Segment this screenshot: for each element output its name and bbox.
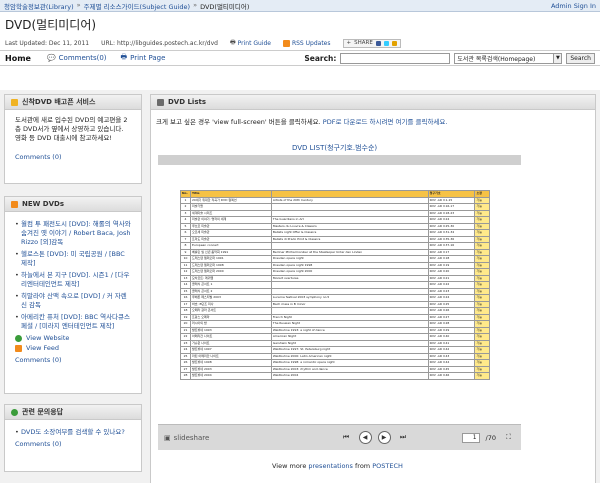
slideshare-brand[interactable]: ▣ slideshare	[164, 434, 209, 442]
comments-link[interactable]: Comments (0)	[15, 440, 131, 449]
list-item[interactable]: 헬로스톤 [DVD]: 미 국립공원 / [BBC 제작]	[15, 250, 131, 268]
breadcrumb-current: DVD(멀티미디어)	[200, 2, 250, 11]
rss-icon	[15, 345, 22, 352]
box-new-dvds: NEW DVDs 월컴 투 패전도시 [DVD]: 해롤의 역사와 숨겨진 옛 …	[4, 196, 142, 394]
slideshare-top-bar	[158, 155, 521, 165]
view-more-text: View more presentations from POSTECH	[272, 462, 403, 470]
view-website-label: View Website	[26, 334, 70, 342]
twitter-icon	[383, 40, 389, 46]
comments-link[interactable]: 💬 Comments(0)	[47, 54, 107, 62]
box-icon	[157, 98, 164, 106]
view-more-prefix: View more	[272, 462, 309, 470]
view-feed-label: View Feed	[26, 344, 59, 352]
first-page-icon[interactable]: ⏮	[340, 431, 353, 444]
admin-sign-in-link[interactable]: Admin Sign In	[551, 2, 596, 10]
dvd-list-table: No. Title 청구기호 소장 1 20세기 위대한 작곡가 DVD 컬렉션 A…	[180, 190, 490, 380]
guide-nav: Home 💬 Comments(0) 🖶 Print Page Search: …	[0, 50, 600, 66]
last-page-icon[interactable]: ⏭	[397, 431, 410, 444]
previous-icon[interactable]: ◀	[358, 431, 372, 444]
postech-link[interactable]: POSTECH	[372, 462, 403, 470]
pdf-download-link[interactable]: PDF로 다운로드 하시려면 여기를 클릭하세요.	[323, 118, 448, 126]
slideshare-icon: ▣	[164, 433, 171, 442]
rss-icon	[282, 39, 290, 47]
intro-text: 크게 보고 싶은 경우 'view full-screen' 버튼을 클릭하세요…	[156, 116, 586, 126]
view-website-link[interactable]: View Website	[15, 334, 131, 343]
view-more-mid: from	[352, 462, 373, 470]
share-icon: +	[346, 40, 352, 46]
box-icon	[11, 98, 18, 106]
list-item[interactable]: DVD도 소장여부를 검색할 수 있나요?	[15, 428, 131, 437]
box-title: 관련 문의응답	[22, 408, 64, 416]
search-scope-select[interactable]: 도서관 목록검색(Homepage) ▼	[454, 52, 563, 64]
globe-icon	[15, 335, 22, 342]
list-item[interactable]: 월컴 투 패전도시 [DVD]: 해롤의 역사와 숨겨진 옛 이야기 / Rob…	[15, 220, 131, 247]
table-cell: 28	[180, 372, 191, 380]
breadcrumb: 청암학술정보관(Library) » 주제별 리소스가이드(Subject Gu…	[0, 0, 600, 12]
guide-meta: Last Updated: Dec 11, 2011 URL: http://l…	[0, 36, 600, 50]
table-row: 28 발트뷔네 2004 Waldbuhne 2004 KDV .AR V.46 가능	[180, 372, 490, 380]
page-number-input[interactable]: 1	[461, 432, 480, 443]
comments-label: Comments(0)	[58, 54, 107, 62]
page-total: /70	[485, 433, 496, 442]
share-label: SHARE	[354, 40, 373, 46]
slideshare-toolbar: ▣ slideshare ⏮ ◀ ▶ ⏭ 1 /70 ⛶	[158, 424, 521, 450]
breadcrumb-separator: »	[76, 0, 81, 9]
comment-icon: 💬	[46, 54, 56, 62]
search-button[interactable]: Search	[566, 52, 595, 64]
printer-icon: 🖶	[120, 52, 128, 61]
box-dvd-trailer-service: 신착DVD 배고픈 서비스 도서관에 새로 입수된 DVD의 예고편을 2층 D…	[4, 94, 142, 184]
slide-page: No. Title 청구기호 소장 1 20세기 위대한 작곡가 DVD 컬렉션 A…	[180, 190, 490, 416]
box-title: NEW DVDs	[22, 200, 65, 208]
globe-icon	[11, 408, 18, 416]
email-icon	[391, 40, 397, 46]
table-row: 9 베를린 필 신년 음악회 1991 Berliner Philharmonike…	[180, 248, 490, 256]
list-item[interactable]: 하늘에서 본 지구 [DVD]. 시즌1 / [다우리엔터테인먼트 제작]	[15, 271, 131, 289]
search-scope-value: 도서관 목록검색(Homepage)	[457, 55, 536, 63]
rss-icon	[11, 200, 18, 208]
tab-home[interactable]: Home	[5, 54, 31, 63]
comments-link[interactable]: Comments (0)	[15, 153, 131, 162]
facebook-icon	[375, 40, 381, 46]
fullscreen-icon[interactable]: ⛶	[502, 431, 515, 444]
table-cell: Waldbuhne 2004	[270, 372, 429, 380]
print-guide-link[interactable]: 🖶 Print Guide	[230, 38, 271, 48]
breadcrumb-separator: »	[193, 0, 198, 9]
breadcrumb-library[interactable]: 청암학술정보관(Library)	[4, 1, 74, 11]
table-cell: KDV .AR V.46	[427, 372, 476, 380]
list-item[interactable]: 아메리칸 퓨처 [DVD]: BBC 역사다큐스페셜 / [미라지 엔터테인먼트…	[15, 313, 131, 331]
slideshare-label: slideshare	[173, 433, 210, 442]
guide-url: URL: http://libguides.postech.ac.kr/dvd	[101, 39, 218, 47]
rss-updates-link[interactable]: RSS Updates	[282, 39, 331, 47]
main-area: 신착DVD 배고픈 서비스 도서관에 새로 입수된 DVD의 예고편을 2층 D…	[0, 90, 600, 483]
box-title: DVD Lists	[168, 98, 207, 106]
intro-prefix: 크게 보고 싶은 경우 'view full-screen' 버튼을 클릭하세요…	[156, 118, 323, 126]
last-updated: Last Updated: Dec 11, 2011	[5, 39, 90, 47]
print-page-link[interactable]: 🖶 Print Page	[121, 53, 166, 64]
box-text: 도서관에 새로 입수된 DVD의 예고편을 2층 DVD서가 옆에서 상영하고 …	[15, 116, 128, 142]
box-related-qna: 관련 문의응답 DVD도 소장여부를 검색할 수 있나요? Comments (…	[4, 404, 142, 472]
view-feed-link[interactable]: View Feed	[15, 344, 131, 353]
print-page-label: Print Page	[130, 54, 166, 62]
search-input[interactable]	[340, 52, 451, 64]
printer-icon: 🖶	[229, 39, 236, 46]
dvd-list-link[interactable]: DVD LIST(청구기호.범수순)	[292, 143, 377, 153]
page-title: DVD(멀티미디어)	[5, 18, 97, 32]
list-item[interactable]: 히말라야 산맥 속으로 [DVD] / 커 자렌신 감독	[15, 292, 131, 310]
box-title: 신착DVD 배고픈 서비스	[22, 98, 96, 106]
chevron-down-icon: ▼	[553, 53, 562, 63]
comments-link[interactable]: Comments (0)	[15, 356, 131, 365]
presentations-link[interactable]: presentations	[308, 462, 353, 470]
breadcrumb-subject-guide[interactable]: 주제별 리소스가이드(Subject Guide)	[84, 1, 190, 11]
search-label: Search:	[304, 53, 337, 63]
next-icon[interactable]: ▶	[377, 431, 391, 444]
table-cell: 발트뷔네 2004	[190, 372, 272, 380]
table-cell: 가능	[474, 372, 490, 380]
rss-updates-label: RSS Updates	[291, 39, 331, 47]
share-button[interactable]: + SHARE	[342, 38, 401, 48]
print-guide-label: Print Guide	[237, 39, 271, 47]
